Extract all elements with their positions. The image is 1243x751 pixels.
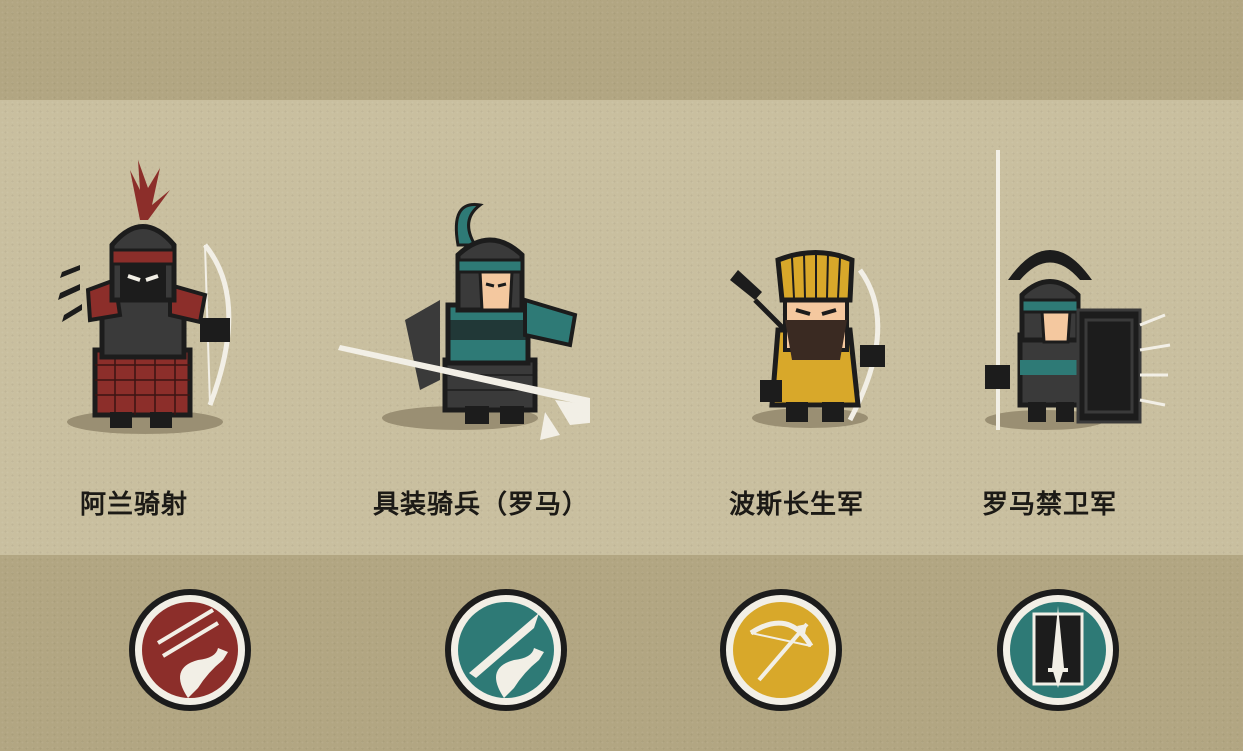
unit-card-roman-praetorian[interactable] — [960, 150, 1220, 450]
unit-name-persian-immortals: 波斯长生军 — [729, 490, 865, 520]
unit-card-roman-cataphract[interactable] — [330, 150, 590, 450]
roman-cataphract-figure — [338, 203, 590, 440]
horse-archer-icon[interactable] — [128, 588, 252, 712]
persian-immortals-figure — [730, 250, 885, 428]
unit-name-roman-praetorian: 罗马禁卫军 — [982, 490, 1118, 520]
unit-card-persian-immortals[interactable] — [700, 150, 960, 450]
unit-name-roman-cataphract: 具装骑兵（罗马） — [373, 490, 590, 520]
bow-icon[interactable] — [719, 588, 843, 712]
unit-name-alan-horse-archer: 阿兰骑射 — [80, 490, 189, 520]
lancer-cavalry-icon[interactable] — [444, 588, 568, 712]
alan-horse-archer-figure — [58, 160, 232, 434]
top-band — [0, 0, 1243, 100]
shield-sword-icon[interactable] — [996, 588, 1120, 712]
roman-praetorian-figure — [985, 150, 1171, 430]
unit-card-alan-horse-archer[interactable] — [40, 150, 300, 450]
